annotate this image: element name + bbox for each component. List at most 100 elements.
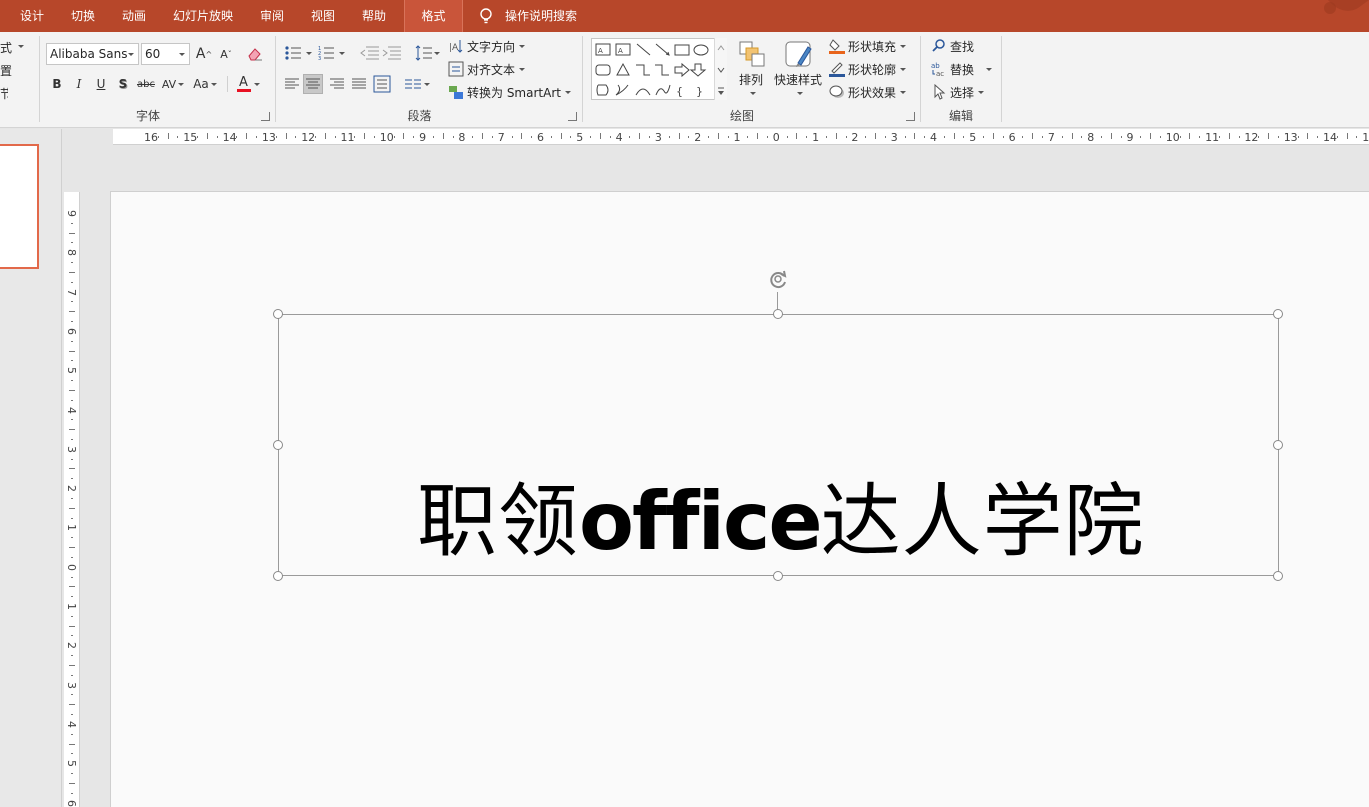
ribbon-cut-item-1[interactable]: 式 xyxy=(0,39,12,56)
align-left-icon[interactable] xyxy=(284,77,300,91)
clear-formatting-icon[interactable] xyxy=(246,46,264,62)
columns-icon[interactable] xyxy=(404,77,432,93)
text-direction-button[interactable]: |A 文字方向 xyxy=(448,37,526,55)
drawing-dialog-launcher[interactable] xyxy=(906,112,915,121)
tab-animations[interactable]: 动画 xyxy=(122,0,146,32)
ribbon-cut-item-2[interactable]: 置 xyxy=(0,62,12,79)
ruler-number: 13 xyxy=(261,131,276,144)
justify-icon[interactable] xyxy=(351,77,367,91)
tell-me-search[interactable]: 操作说明搜索 xyxy=(505,0,577,32)
shrink-font-glyph: A xyxy=(220,47,228,61)
ruler-number: 14 xyxy=(222,131,237,144)
character-spacing-button[interactable]: AV xyxy=(160,74,186,94)
ruler-tick xyxy=(1346,133,1348,139)
font-name-value: Alibaba Sans xyxy=(50,47,128,61)
resize-handle-bottom-right[interactable] xyxy=(1273,571,1283,581)
ruler-number: 12 xyxy=(301,131,316,144)
font-size-combo[interactable]: 60 xyxy=(141,43,190,65)
align-center-button[interactable] xyxy=(303,74,323,94)
font-color-button[interactable]: A xyxy=(234,74,262,94)
resize-handle-left[interactable] xyxy=(273,440,283,450)
drawing-group-label: 绘图 xyxy=(729,109,754,123)
cursor-arrow-icon xyxy=(934,84,946,100)
underline-button[interactable]: U xyxy=(91,74,111,94)
resize-handle-bottom[interactable] xyxy=(773,571,783,581)
ruler-tick xyxy=(1238,136,1240,138)
bold-button[interactable]: B xyxy=(47,74,67,94)
svg-text:ac: ac xyxy=(936,70,944,77)
ruler-tick xyxy=(1179,136,1181,138)
horizontal-ruler[interactable]: 16 15 14 13 12 11 10 9 8 7 6 5 4 3 2 1 0 1 2 3 4 5 6 7 8 9 10 11 12 1… xyxy=(113,129,1369,145)
ruler-number: 13 xyxy=(1283,131,1298,144)
gallery-scroll[interactable] xyxy=(714,38,727,100)
character-spacing-glyph: AV xyxy=(161,77,177,91)
align-right-icon[interactable] xyxy=(329,77,345,91)
lightbulb-icon[interactable] xyxy=(478,7,494,25)
tab-transitions[interactable]: 切换 xyxy=(71,0,95,32)
line-spacing-icon[interactable] xyxy=(415,45,441,63)
shape-fill-button[interactable]: 形状填充 xyxy=(829,37,907,55)
tab-view[interactable]: 视图 xyxy=(311,0,335,32)
font-name-combo[interactable]: Alibaba Sans xyxy=(46,43,139,65)
resize-handle-bottom-left[interactable] xyxy=(273,571,283,581)
strikethrough-button[interactable]: abc xyxy=(136,74,156,94)
ruler-tick xyxy=(708,136,710,138)
ruler-tick xyxy=(1218,136,1220,138)
change-case-glyph: Aa xyxy=(193,77,209,91)
resize-handle-top-right[interactable] xyxy=(1273,309,1283,319)
shrink-font-button[interactable]: Aˇ xyxy=(216,44,236,64)
ribbon-cut-item-3[interactable]: 节 xyxy=(0,85,8,102)
align-text-button[interactable]: 对齐文本 xyxy=(448,60,526,78)
change-case-button[interactable]: Aa xyxy=(192,74,218,94)
find-button[interactable]: 查找 xyxy=(931,37,974,55)
rotate-handle-icon[interactable] xyxy=(767,268,791,292)
ruler-tick xyxy=(71,655,73,657)
chevron-down-icon xyxy=(253,82,260,86)
ruler-tick xyxy=(71,301,73,303)
ruler-number: 5 xyxy=(65,367,78,375)
shape-effects-button[interactable]: 形状效果 xyxy=(829,83,907,101)
ruler-number: 7 xyxy=(1047,131,1055,144)
ruler-tick xyxy=(560,133,562,139)
tab-slideshow[interactable]: 幻灯片放映 xyxy=(173,0,233,32)
numbering-icon[interactable]: 1 2 3 xyxy=(318,45,348,61)
ruler-tick xyxy=(315,136,317,138)
distributed-icon[interactable] xyxy=(373,75,391,93)
decrease-indent-icon[interactable] xyxy=(360,45,380,61)
shape-outline-button[interactable]: 形状轮廓 xyxy=(829,60,907,78)
chevron-down-icon xyxy=(900,44,907,48)
resize-handle-top-left[interactable] xyxy=(273,309,283,319)
resize-handle-top[interactable] xyxy=(773,309,783,319)
paragraph-dialog-launcher[interactable] xyxy=(568,112,577,121)
shape-gallery[interactable]: A A { } xyxy=(591,38,727,100)
ruler-number: 1 xyxy=(733,131,741,144)
grow-font-button[interactable]: A ^ xyxy=(194,44,214,64)
arrange-button[interactable]: 排列 xyxy=(736,38,768,106)
ruler-tick xyxy=(1268,133,1270,139)
resize-handle-right[interactable] xyxy=(1273,440,1283,450)
ruler-tick xyxy=(393,136,395,138)
ruler-tick xyxy=(717,133,719,139)
bullets-icon[interactable] xyxy=(284,45,314,61)
ruler-number: 11 xyxy=(340,131,355,144)
vertical-ruler[interactable]: 9 8 7 6 5 4 3 2 1 0 1 2 3 4 5 6 xyxy=(64,192,80,807)
italic-button[interactable]: I xyxy=(69,74,89,94)
slide-thumbnail-selected[interactable] xyxy=(0,144,39,269)
replace-button[interactable]: ab ac 替换 xyxy=(931,60,993,78)
tab-format[interactable]: 格式 xyxy=(404,0,463,32)
ruler-tick xyxy=(246,133,248,139)
font-dialog-launcher[interactable] xyxy=(261,112,270,121)
increase-indent-icon[interactable] xyxy=(382,45,402,61)
ruler-tick xyxy=(71,596,73,598)
slide-title-text[interactable]: 职领office达人学院 xyxy=(417,474,1145,570)
tab-review[interactable]: 审阅 xyxy=(260,0,284,32)
text-shadow-button[interactable]: S xyxy=(113,74,133,94)
select-button[interactable]: 选择 xyxy=(931,83,985,101)
ruler-number: 6 xyxy=(65,327,78,335)
tab-help[interactable]: 帮助 xyxy=(362,0,386,32)
tab-design[interactable]: 设计 xyxy=(20,0,44,32)
ruler-number: 0 xyxy=(772,131,780,144)
convert-smartart-button[interactable]: 转换为 SmartArt xyxy=(448,83,571,101)
ruler-number: 4 xyxy=(930,131,937,144)
quick-styles-button[interactable]: 快速样式 xyxy=(772,38,826,106)
